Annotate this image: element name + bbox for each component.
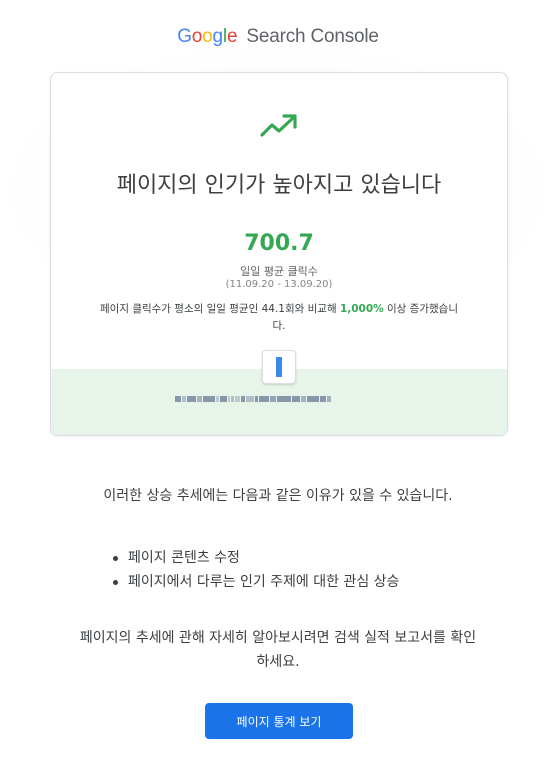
product-name: Search Console <box>246 26 379 47</box>
logo-letter: o <box>191 26 203 47</box>
reasons-intro: 이러한 상승 추세에는 다음과 같은 이유가 있을 수 있습니다. <box>103 488 453 504</box>
date-range: (11.09.20 - 13.09.20) <box>225 279 333 290</box>
metric-label: 일일 평균 클릭수 <box>240 265 318 278</box>
page-url-redacted[interactable] <box>175 393 363 405</box>
logo-letter: o <box>202 26 213 47</box>
card-headline: 페이지의 인기가 높아지고 있습니다 <box>116 173 442 198</box>
comparison-percent: 1,000% <box>339 303 384 315</box>
view-page-stats-button[interactable]: 페이지 통계 보기 <box>205 703 353 739</box>
list-item: 페이지 콘텐츠 수정 <box>110 546 399 570</box>
bar-icon <box>276 357 282 377</box>
trending-up-icon <box>260 114 297 137</box>
logo-letter: e <box>226 26 238 47</box>
logo-letter: G <box>177 26 192 47</box>
google-wordmark: Google <box>177 26 242 47</box>
reasons-list: 페이지 콘텐츠 수정 페이지에서 다루는 인기 주제에 대한 관심 상승 <box>110 546 399 594</box>
logo-letter: g <box>212 26 224 47</box>
page-thumbnail-icon <box>262 350 296 384</box>
popularity-card: 페이지의 인기가 높아지고 있습니다 700.7 일일 평균 클릭수 (11.0… <box>50 72 508 436</box>
comparison-text: 페이지 클릭수가 평소의 일일 평균인 44.1회와 비교해 1,000% 이상… <box>99 301 459 335</box>
list-item: 페이지에서 다루는 인기 주제에 대한 관심 상승 <box>110 570 399 594</box>
search-console-logo: Google Search Console <box>0 26 556 48</box>
comparison-prefix: 페이지 클릭수가 평소의 일일 평균인 44.1회와 비교해 <box>100 303 340 315</box>
daily-clicks-value: 700.7 <box>244 231 314 256</box>
report-hint-text: 페이지의 추세에 관해 자세히 알아보시려면 검색 실적 보고서를 확인하세요. <box>79 630 477 670</box>
